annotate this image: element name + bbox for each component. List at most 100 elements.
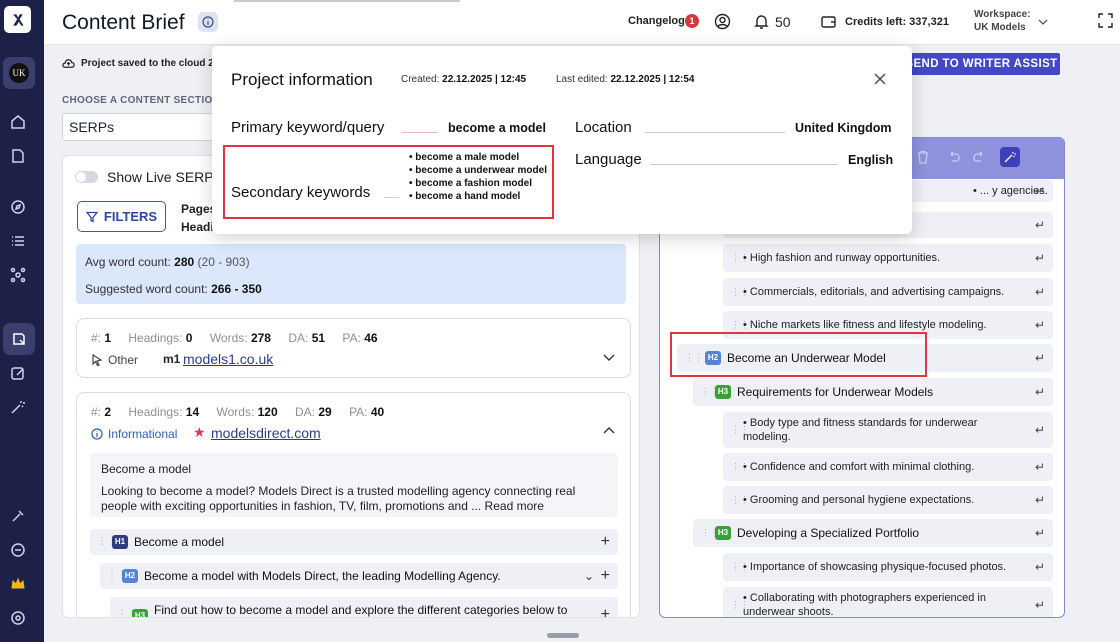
workspace-label: Workspace: xyxy=(974,9,1031,20)
intent-badge: Informational xyxy=(91,427,177,441)
enter-icon[interactable]: ↵ xyxy=(1035,285,1045,299)
changelog-badge: 1 xyxy=(685,14,699,28)
heading-row[interactable]: ⋮⋮ H1 Become a model + xyxy=(90,529,618,555)
enter-icon[interactable]: ↵ xyxy=(1035,251,1045,265)
filters-button[interactable]: FILTERS xyxy=(77,201,166,232)
enter-icon[interactable]: ↵ xyxy=(1035,351,1045,365)
filter-icon xyxy=(85,211,98,223)
heading-text: Become a model xyxy=(134,535,225,549)
serp-result-card[interactable]: #: 2 Headings: 14 Words: 120 DA: 29 PA: … xyxy=(76,392,631,617)
chevron-down-icon[interactable]: ⌄ xyxy=(584,569,594,583)
result-site-link[interactable]: modelsdirect.com xyxy=(211,425,321,441)
enter-icon[interactable]: ↵ xyxy=(1035,218,1045,232)
credits-left: Credits left: 337,321 xyxy=(845,16,949,28)
section-select[interactable]: SERPs xyxy=(62,113,217,141)
home-icon[interactable] xyxy=(8,112,28,132)
enter-icon[interactable]: ↵ xyxy=(1035,460,1045,474)
outline-bullet-row[interactable]: ⋮⋮ • High fashion and runway opportunitie… xyxy=(723,244,1053,272)
save-status-text: Project saved to the cloud 2 xyxy=(81,58,214,69)
outline-bullet-row[interactable]: ⋮⋮ • Importance of showcasing physique-fo… xyxy=(723,553,1053,581)
heading-text: Become a model with Models Direct, the l… xyxy=(144,569,501,583)
enter-icon[interactable]: ↵ xyxy=(1035,493,1045,507)
heading-level-tag: H3 xyxy=(132,609,148,617)
enter-icon[interactable]: ↵ xyxy=(1035,526,1045,540)
enter-icon[interactable]: ↵ xyxy=(1035,318,1045,332)
cloud-icon xyxy=(62,59,75,68)
annotation-highlight xyxy=(670,332,927,377)
link-icon[interactable] xyxy=(8,540,28,560)
info-icon[interactable] xyxy=(198,12,218,32)
live-serps-toggle[interactable] xyxy=(75,171,98,183)
trash-icon[interactable] xyxy=(916,150,932,166)
divider xyxy=(645,132,785,133)
chevron-down-icon[interactable] xyxy=(602,350,616,364)
add-icon[interactable]: + xyxy=(601,606,610,617)
enter-icon[interactable]: ↵ xyxy=(1035,423,1045,437)
info-icon xyxy=(91,428,103,440)
outline-bullet-row[interactable]: ⋮⋮ • Grooming and personal hygiene expect… xyxy=(723,486,1053,514)
outline-bullet-row[interactable]: ⋮⋮ • Commercials, editorials, and adverti… xyxy=(723,278,1053,306)
workspace-avatar[interactable]: UK xyxy=(3,57,35,89)
outline-heading-row[interactable]: ⋮⋮ H3 Developing a Specialized Portfolio ↵ xyxy=(693,519,1053,547)
language-value: English xyxy=(848,153,894,167)
page-title: Content Brief xyxy=(62,11,185,34)
user-icon[interactable] xyxy=(714,13,731,30)
magic-wand-icon[interactable] xyxy=(8,397,28,417)
outline-bullet-row[interactable]: ⋮⋮ • Confidence and comfort with minimal … xyxy=(723,453,1053,481)
enter-icon[interactable]: ↵ xyxy=(1035,385,1045,399)
workspace-value[interactable]: UK Models xyxy=(974,22,1026,33)
result-site-link[interactable]: models1.co.uk xyxy=(183,351,273,367)
chevron-down-icon[interactable] xyxy=(1037,15,1049,27)
result-snippet: Become a model Looking to become a model… xyxy=(90,453,618,517)
location-label: Location xyxy=(575,119,632,136)
avatar-text: UK xyxy=(9,63,29,83)
crown-icon[interactable] xyxy=(8,574,28,594)
language-label: Language xyxy=(575,151,642,168)
redo-icon[interactable] xyxy=(972,150,988,166)
close-icon[interactable] xyxy=(873,72,887,86)
outline-bullet-row[interactable]: ⋮⋮ • Collaborating with photographers exp… xyxy=(723,587,1053,617)
magic-wand-icon[interactable] xyxy=(1000,147,1020,167)
send-to-writer-button[interactable]: SEND TO WRITER ASSIST xyxy=(903,53,1060,75)
wallet-icon xyxy=(820,13,837,30)
word-count-box: Avg word count: 280 (20 - 903) Suggested… xyxy=(76,244,626,304)
snippet-title: Become a model xyxy=(101,462,192,476)
bell-icon[interactable] xyxy=(753,13,770,30)
divider xyxy=(650,164,838,165)
heading-level-tag: H2 xyxy=(122,569,138,583)
serp-result-card[interactable]: #: 1 Headings: 0 Words: 278 DA: 51 PA: 4… xyxy=(76,318,631,378)
heading-level-tag: H1 xyxy=(112,535,128,549)
site-favicon-icon: m1 xyxy=(163,352,181,366)
edit-icon[interactable] xyxy=(8,363,28,383)
add-icon[interactable]: + xyxy=(601,533,610,551)
enter-icon[interactable]: ↵ xyxy=(1035,598,1045,612)
document-icon[interactable] xyxy=(8,146,28,166)
fullscreen-icon[interactable] xyxy=(1098,13,1113,28)
heading-row[interactable]: ⋮⋮ H3 Find out how to become a model and… xyxy=(110,597,618,617)
compass-icon[interactable] xyxy=(8,197,28,217)
intent-badge: Other xyxy=(91,353,138,367)
primary-keyword-value: become a model xyxy=(448,121,546,135)
enter-icon[interactable]: ↵ xyxy=(1035,184,1045,198)
outline-bullet-row[interactable]: ⋮⋮ • Body type and fitness standards for … xyxy=(723,412,1053,448)
avg-word-range: (20 - 903) xyxy=(197,255,250,269)
network-icon[interactable] xyxy=(8,265,28,285)
tools-icon[interactable] xyxy=(8,506,28,526)
help-icon[interactable] xyxy=(8,608,28,628)
app-logo-icon[interactable] xyxy=(4,6,31,33)
outline-heading-row[interactable]: ⋮⋮ H3 Requirements for Underwear Models ↵ xyxy=(693,378,1053,406)
enter-icon[interactable]: ↵ xyxy=(1035,560,1045,574)
changelog-link[interactable]: Changelog xyxy=(628,15,685,27)
undo-icon[interactable] xyxy=(947,150,963,166)
add-icon[interactable]: + xyxy=(601,567,610,585)
site-favicon-icon: ★ xyxy=(193,424,206,440)
chevron-up-icon[interactable] xyxy=(602,424,616,438)
save-status: Project saved to the cloud 2 xyxy=(62,57,214,70)
divider xyxy=(402,132,438,133)
content-brief-icon[interactable] xyxy=(3,323,35,355)
list-icon[interactable] xyxy=(8,231,28,251)
suggested-value: 266 - 350 xyxy=(211,282,262,296)
popup-title: Project information xyxy=(231,70,373,89)
scroll-handle[interactable] xyxy=(547,633,579,638)
heading-row[interactable]: ⋮⋮ H2 Become a model with Models Direct,… xyxy=(100,563,618,589)
